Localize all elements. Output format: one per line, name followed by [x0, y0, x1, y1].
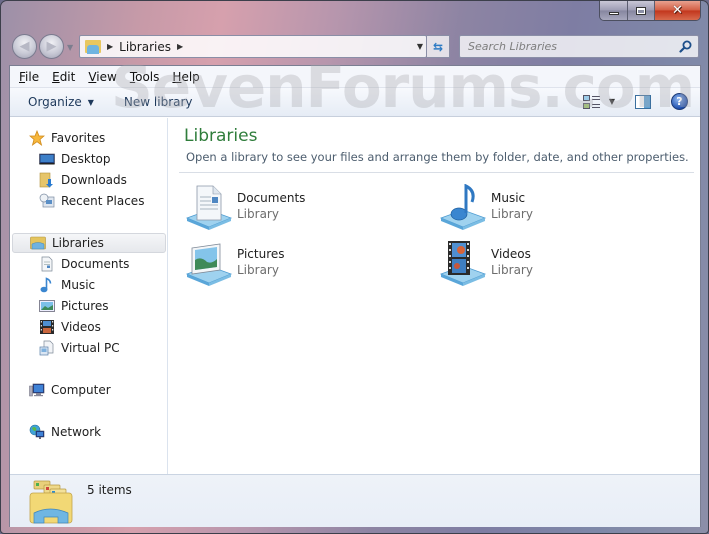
nav-desktop[interactable]: Desktop	[39, 149, 111, 169]
library-name: Documents	[237, 191, 306, 205]
documents-library-icon	[185, 185, 233, 230]
network-icon	[29, 424, 45, 440]
downloads-icon	[39, 172, 55, 188]
nav-videos[interactable]: Videos	[39, 317, 101, 337]
pictures-icon	[39, 298, 55, 314]
library-tile-pictures[interactable]: Pictures Library	[185, 240, 415, 286]
breadcrumb-separator-icon[interactable]: ▶	[177, 42, 183, 51]
more-views-dropdown[interactable]: ▼	[609, 97, 615, 106]
organize-button[interactable]: Organize ▼	[28, 95, 94, 109]
library-type: Library	[491, 263, 533, 277]
close-button[interactable]: ✕	[655, 1, 700, 20]
computer-icon	[29, 382, 45, 398]
address-history-dropdown[interactable]: ▼	[417, 42, 423, 51]
back-button[interactable]: ◀	[12, 34, 37, 59]
library-name: Music	[491, 191, 526, 205]
recent-places-icon	[39, 193, 55, 209]
preview-pane-icon[interactable]	[635, 94, 651, 109]
nav-libraries[interactable]: Libraries	[12, 233, 166, 253]
library-type: Library	[237, 263, 279, 277]
libraries-folder-icon	[85, 39, 101, 54]
library-name: Videos	[491, 247, 531, 261]
item-count: 5 items	[87, 483, 132, 497]
navigation-pane: Favorites Desktop Downloads Recent Place…	[10, 118, 168, 474]
new-library-button[interactable]: New library	[124, 95, 193, 109]
divider	[179, 172, 694, 173]
videos-library-icon	[439, 241, 487, 286]
breadcrumb-libraries[interactable]: Libraries	[119, 40, 171, 54]
caption-buttons: ✕	[599, 1, 701, 21]
client-area: File Edit View Tools Help Organize ▼ New…	[9, 65, 701, 527]
details-pane: 5 items	[10, 474, 700, 527]
nav-documents[interactable]: Documents	[39, 254, 129, 274]
nav-network[interactable]: Network	[29, 422, 101, 442]
library-tile-music[interactable]: Music Library	[439, 184, 669, 230]
nav-downloads[interactable]: Downloads	[39, 170, 127, 190]
nav-virtual-pc[interactable]: Virtual PC	[39, 338, 120, 358]
menu-file[interactable]: File	[19, 70, 39, 84]
maximize-button[interactable]	[628, 1, 655, 20]
search-icon[interactable]	[679, 40, 692, 53]
page-subtitle: Open a library to see your files and arr…	[186, 150, 689, 164]
libraries-folder-large-icon	[29, 480, 73, 524]
page-title: Libraries	[184, 126, 258, 146]
nav-computer[interactable]: Computer	[29, 380, 111, 400]
chevron-down-icon: ▼	[87, 97, 94, 107]
star-icon	[29, 130, 45, 146]
music-library-icon	[439, 184, 487, 230]
virtual-pc-icon	[39, 340, 55, 356]
address-bar[interactable]: ▶ Libraries ▶ ▼	[79, 35, 427, 58]
library-tile-videos[interactable]: Videos Library	[439, 240, 669, 286]
change-view-icon[interactable]	[582, 94, 601, 110]
menu-tools[interactable]: Tools	[130, 70, 160, 84]
libraries-icon	[30, 235, 46, 251]
help-icon[interactable]: ?	[671, 93, 688, 110]
breadcrumb-separator-icon[interactable]: ▶	[107, 42, 113, 51]
nav-pictures[interactable]: Pictures	[39, 296, 109, 316]
documents-icon	[39, 256, 55, 272]
search-input[interactable]	[468, 40, 668, 53]
recent-pages-dropdown[interactable]: ▼	[67, 43, 73, 52]
videos-icon	[39, 319, 55, 335]
minimize-icon	[608, 12, 619, 15]
refresh-icon: ⇆	[432, 39, 444, 54]
command-bar: Organize ▼ New library ▼ ?	[10, 88, 700, 117]
pictures-library-icon	[185, 243, 233, 286]
desktop-icon	[39, 151, 55, 167]
menu-help[interactable]: Help	[172, 70, 199, 84]
forward-button[interactable]: ▶	[39, 34, 64, 59]
library-name: Pictures	[237, 247, 285, 261]
view-controls: ▼ ?	[582, 93, 688, 110]
close-icon: ✕	[672, 3, 683, 18]
menu-bar: File Edit View Tools Help	[10, 66, 700, 88]
library-type: Library	[237, 207, 279, 221]
arrow-right-icon: ▶	[46, 39, 57, 54]
nav-favorites[interactable]: Favorites	[29, 128, 105, 148]
search-box	[459, 35, 699, 58]
content-pane: Libraries Open a library to see your fil…	[169, 118, 700, 474]
minimize-button[interactable]	[600, 1, 628, 20]
arrow-left-icon: ◀	[19, 39, 30, 54]
music-icon	[39, 277, 55, 293]
navigation-bar: ◀ ▶ ▼ ▶ Libraries ▶ ▼ ⇆	[1, 31, 708, 63]
library-tile-documents[interactable]: Documents Library	[185, 184, 415, 230]
nav-music[interactable]: Music	[39, 275, 95, 295]
library-type: Library	[491, 207, 533, 221]
refresh-button[interactable]: ⇆	[427, 35, 450, 58]
maximize-icon	[636, 6, 646, 15]
menu-view[interactable]: View	[88, 70, 116, 84]
nav-recent-places[interactable]: Recent Places	[39, 191, 144, 211]
explorer-window: ✕ ◀ ▶ ▼ ▶ Libraries ▶ ▼ ⇆ File Edit View…	[0, 0, 709, 534]
menu-edit[interactable]: Edit	[52, 70, 75, 84]
